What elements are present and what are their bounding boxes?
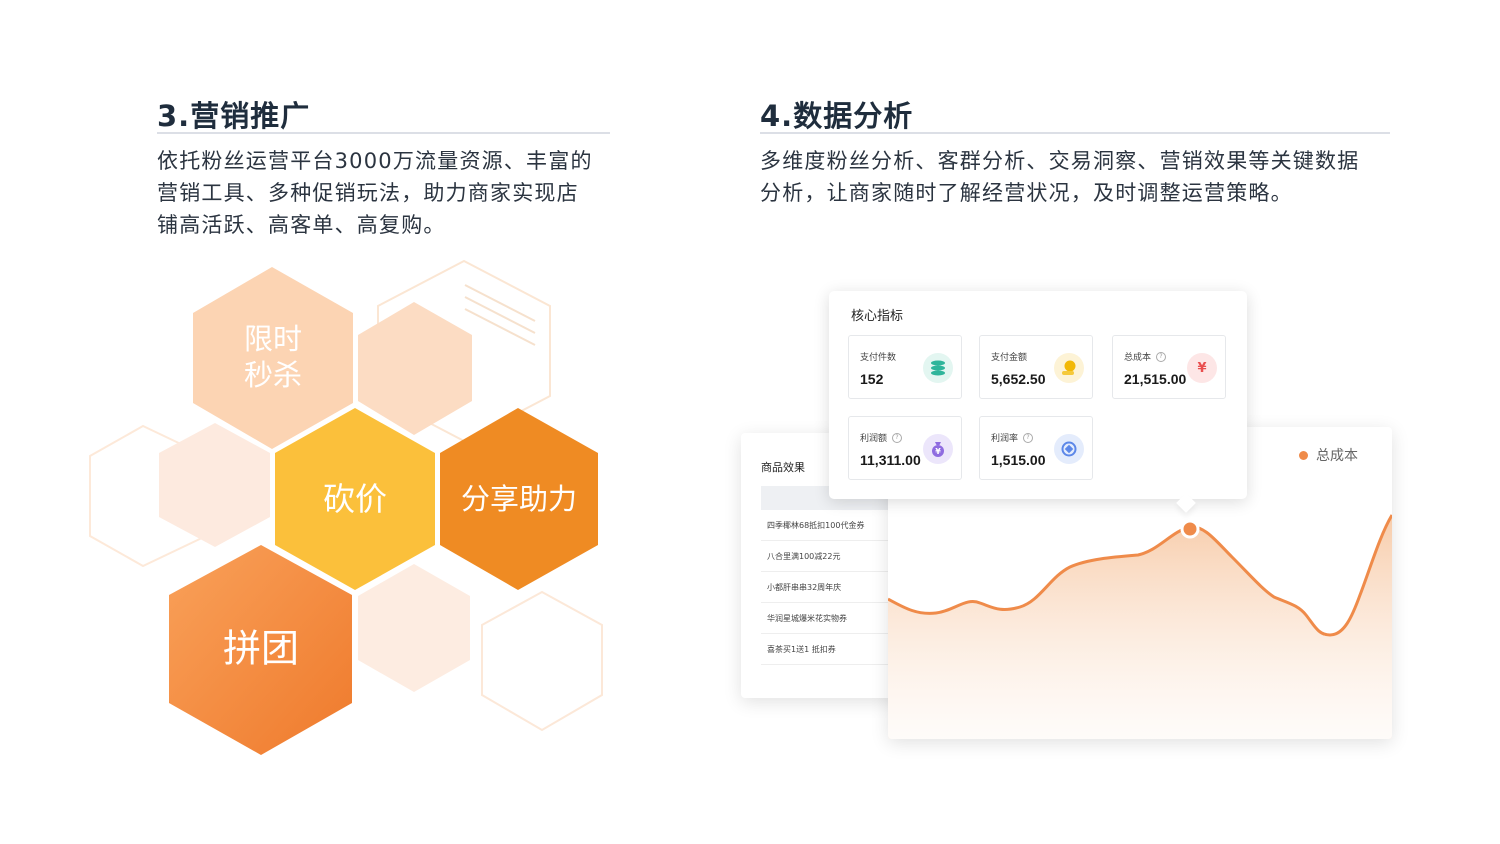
light-hex: [358, 302, 472, 435]
stripe-lines: [464, 284, 536, 346]
marketing-desc-line: 依托粉丝运营平台3000万流量资源、丰富的: [157, 149, 593, 173]
metric-total-cost[interactable]: 总成本? 21,515.00 ¥: [1112, 335, 1226, 399]
help-icon[interactable]: ?: [1023, 432, 1034, 443]
metric-label: 利润额?: [860, 431, 903, 444]
legend-dot: [1299, 450, 1308, 460]
marketing-divider: [157, 132, 610, 134]
metric-label: 总成本?: [1124, 350, 1167, 363]
honeycomb-graphic: 限时 秒杀 砍价 分享助力 拼团: [89, 259, 603, 755]
metric-value: 1,515.00: [991, 452, 1046, 468]
analytics-description: 多维度粉丝分析、客群分析、交易洞察、营销效果等关键数据 分析，让商家随时了解经营…: [760, 145, 1359, 209]
yen-icon: ¥: [1187, 353, 1217, 383]
chart-legend: 总成本: [1299, 445, 1358, 465]
coin-stack-icon: [923, 353, 953, 383]
marketing-title: 3.营销推广: [157, 99, 311, 133]
metric-value: 11,311.00: [860, 452, 921, 468]
analytics-divider: [760, 132, 1390, 134]
outline-hex: [481, 590, 603, 732]
metric-value: 152: [860, 371, 884, 387]
exchange-icon: [1054, 434, 1084, 464]
marketing-desc-line: 营销工具、多种促销玩法，助力商家实现店: [157, 181, 579, 205]
analytics-desc-line: 分析，让商家随时了解经营状况，及时调整运营策略。: [760, 181, 1293, 205]
product-effect-title: 商品效果: [761, 461, 805, 474]
coin-hand-icon: [1054, 353, 1084, 383]
svg-text:¥: ¥: [935, 447, 941, 456]
marketing-description: 依托粉丝运营平台3000万流量资源、丰富的 营销工具、多种促销玩法，助力商家实现…: [157, 145, 593, 241]
flash-sale-label: 秒杀: [244, 358, 302, 392]
metric-paid-items[interactable]: 支付件数 152: [848, 335, 962, 399]
help-icon[interactable]: ?: [1156, 351, 1167, 362]
metric-label: 利润率?: [991, 431, 1034, 444]
group-buy-label: 拼团: [223, 627, 299, 671]
analytics-title: 4.数据分析: [760, 99, 914, 133]
metric-profit-rate[interactable]: 利润率? 1,515.00: [979, 416, 1093, 480]
metric-value: 5,652.50: [991, 371, 1046, 387]
core-metrics-title: 核心指标: [851, 309, 904, 324]
money-bag-icon: ¥: [923, 434, 953, 464]
metric-value: 21,515.00: [1124, 371, 1187, 387]
metric-label: 支付金额: [991, 353, 1028, 363]
bargain-label: 砍价: [323, 480, 387, 518]
marketing-desc-line: 铺高活跃、高客单、高复购。: [157, 213, 446, 237]
metric-paid-amount[interactable]: 支付金额 5,652.50: [979, 335, 1093, 399]
metric-label: 支付件数: [860, 353, 897, 363]
core-metrics-card: 核心指标 支付件数 152 支付金额 5,652.50 总成本? 21,515.…: [829, 291, 1247, 513]
legend-label: 总成本: [1316, 448, 1358, 464]
metric-profit[interactable]: 利润额? 11,311.00 ¥: [848, 416, 962, 480]
share-boost-label: 分享助力: [461, 482, 577, 516]
help-icon[interactable]: ?: [892, 432, 903, 443]
analytics-desc-line: 多维度粉丝分析、客群分析、交易洞察、营销效果等关键数据: [760, 149, 1360, 173]
flash-sale-label: 限时: [244, 322, 302, 356]
light-hex: [358, 564, 470, 692]
highlight-point[interactable]: [1180, 519, 1200, 539]
